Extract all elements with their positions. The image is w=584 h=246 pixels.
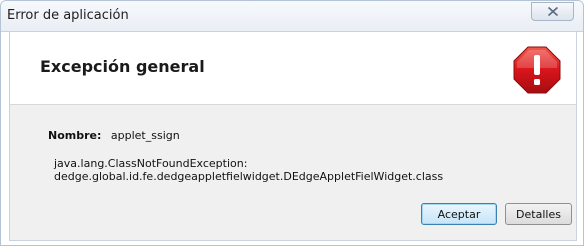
header-title: Excepción general xyxy=(40,57,205,76)
name-label: Nombre: xyxy=(48,129,102,142)
dialog-body: Excepción general Nombre: applet_ssign j… xyxy=(9,32,577,241)
accept-button[interactable]: Aceptar xyxy=(421,203,497,225)
close-button[interactable] xyxy=(531,2,574,21)
error-stop-icon xyxy=(513,46,561,94)
window-title: Error de aplicación xyxy=(7,8,129,23)
header-band: Excepción general xyxy=(10,32,576,105)
exception-line-1: java.lang.ClassNotFoundException: xyxy=(54,157,248,170)
name-value: applet_ssign xyxy=(110,129,180,142)
details-button[interactable]: Detalles xyxy=(505,203,572,225)
name-row: Nombre: applet_ssign xyxy=(48,129,180,142)
close-icon xyxy=(547,6,559,17)
exception-message: java.lang.ClassNotFoundException: dedge.… xyxy=(54,157,443,183)
title-bar[interactable]: Error de aplicación xyxy=(1,1,583,32)
error-dialog: Error de aplicación Excepción general No… xyxy=(0,0,584,246)
exception-line-2: dedge.global.id.fe.dedgeappletfielwidget… xyxy=(54,170,444,183)
